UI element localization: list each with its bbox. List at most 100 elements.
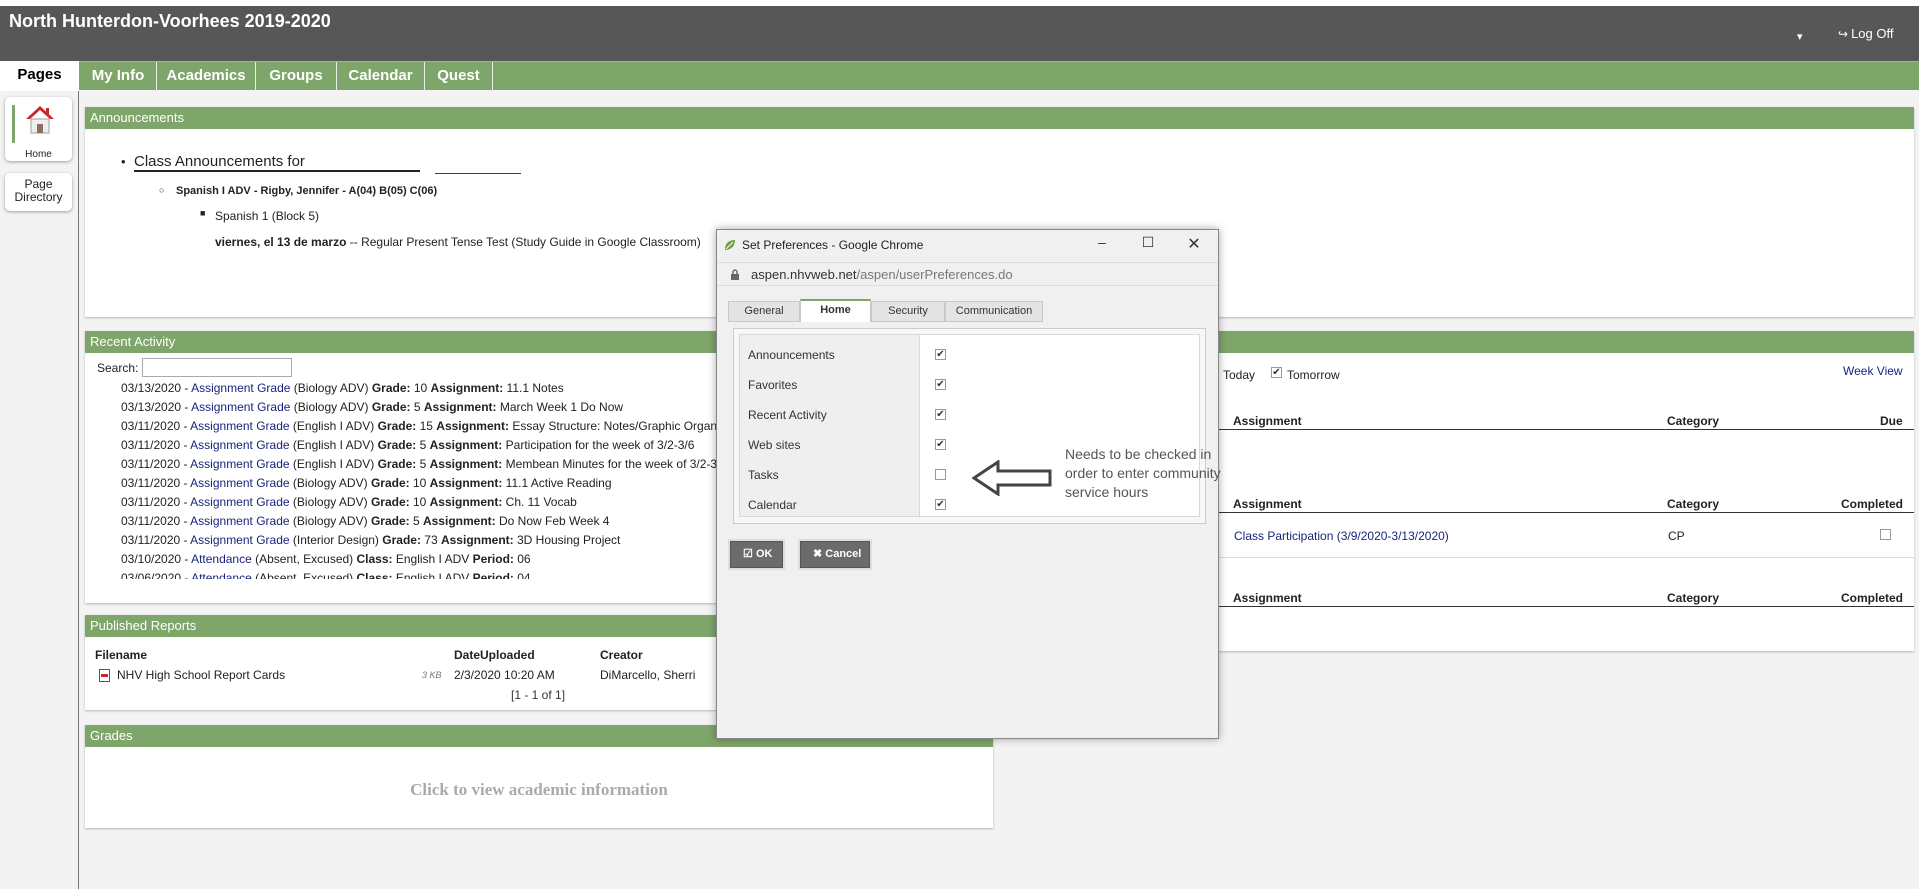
preferences-form: Announcements Favorites Recent Activity …	[733, 328, 1221, 524]
cancel-button[interactable]: ✖ Cancel	[800, 541, 870, 568]
completed-table-header: Assignment Category Completed	[1216, 495, 1914, 513]
left-nav: Home Page Directory	[0, 91, 79, 889]
tab-pages[interactable]: Pages	[0, 61, 79, 91]
preferences-table: Announcements Favorites Recent Activity …	[739, 334, 1221, 517]
report-creator: DiMarcello, Sherri	[600, 668, 696, 682]
tomorrow-label: Tomorrow	[1287, 368, 1340, 382]
list-item: 03/11/2020 - Assignment Grade (English I…	[121, 436, 721, 455]
pref-label-tasks: Tasks	[748, 468, 779, 482]
leaf-icon	[725, 240, 735, 250]
left-arrow-icon	[972, 460, 1052, 496]
report-pager[interactable]: [1 - 1 of 1]	[511, 688, 565, 702]
tab-my-info[interactable]: My Info	[80, 62, 157, 90]
list-item: 03/11/2020 - Assignment Grade (Biology A…	[121, 474, 721, 493]
week-view-link[interactable]: Week View	[1843, 364, 1903, 378]
redacted-name	[435, 173, 521, 174]
list-item: 03/13/2020 - Assignment Grade (Biology A…	[121, 379, 721, 398]
logoff-button[interactable]: ↪ Log Off	[1838, 26, 1893, 41]
recent-activity-checkbox[interactable]	[935, 409, 946, 420]
announcements-title: Announcements	[85, 107, 1914, 129]
view-academic-info-link[interactable]: Click to view academic information	[85, 780, 993, 800]
url-bar[interactable]: aspen.nhvweb.net/aspen/userPreferences.d…	[717, 262, 1218, 286]
web-sites-checkbox[interactable]	[935, 439, 946, 450]
nav-pagedir-line2: Directory	[14, 190, 63, 204]
activity-link[interactable]: Attendance	[191, 571, 252, 579]
calendar-checkbox[interactable]	[935, 499, 946, 510]
activity-link[interactable]: Assignment Grade	[190, 533, 289, 547]
report-date: 2/3/2020 10:20 AM	[454, 668, 555, 682]
task-category: CP	[1668, 529, 1685, 543]
annotation-note: Needs to be checked in order to enter co…	[1065, 446, 1221, 500]
tomorrow-checkbox[interactable]	[1271, 367, 1282, 378]
report-filename-link[interactable]: NHV High School Report Cards	[117, 668, 285, 682]
url-text: aspen.nhvweb.net/aspen/userPreferences.d…	[751, 267, 1013, 282]
today-option[interactable]: Today	[1223, 368, 1255, 382]
maximize-button[interactable]: ☐	[1133, 234, 1163, 254]
activity-link[interactable]: Assignment Grade	[190, 514, 289, 528]
set-preferences-window: Set Preferences - Google Chrome – ☐ ✕ as…	[716, 229, 1221, 739]
nav-page-directory[interactable]: Page Directory	[5, 173, 72, 211]
ok-button[interactable]: ☑ OK	[730, 541, 783, 568]
grades-panel: Grades Click to view academic informatio…	[85, 725, 993, 828]
activity-link[interactable]: Assignment Grade	[190, 457, 289, 471]
tab-communication[interactable]: Communication	[945, 301, 1043, 322]
list-item: 03/06/2020 - Attendance (Absent, Excused…	[121, 569, 721, 579]
activity-link[interactable]: Assignment Grade	[191, 400, 290, 414]
column-header-date: DateUploaded	[454, 648, 535, 662]
logoff-label: Log Off	[1851, 26, 1894, 41]
published-reports-title: Published Reports	[85, 615, 725, 637]
task-completed-checkbox[interactable]	[1880, 529, 1891, 540]
task-assignment-link[interactable]: Class Participation (3/9/2020-3/13/2020)	[1234, 529, 1449, 543]
list-item: 03/13/2020 - Assignment Grade (Biology A…	[121, 398, 721, 417]
favorites-checkbox[interactable]	[935, 379, 946, 390]
activity-link[interactable]: Assignment Grade	[190, 495, 289, 509]
app-title: North Hunterdon-Voorhees 2019-2020	[9, 11, 331, 31]
lock-icon	[731, 269, 739, 280]
tab-calendar[interactable]: Calendar	[337, 62, 425, 90]
close-button[interactable]: ✕	[1179, 234, 1209, 254]
nav-home[interactable]: Home	[5, 97, 72, 161]
announcements-checkbox[interactable]	[935, 349, 946, 360]
tasks-checkbox[interactable]	[935, 469, 946, 480]
user-menu-caret[interactable]: ▾	[1797, 30, 1803, 43]
pref-label-favorites: Favorites	[748, 378, 798, 392]
list-item: 03/10/2020 - Attendance (Absent, Excused…	[121, 550, 721, 569]
label-column	[740, 335, 920, 516]
search-label: Search:	[97, 361, 139, 375]
list-item: 03/11/2020 - Assignment Grade (English I…	[121, 417, 721, 436]
list-item: 03/11/2020 - Assignment Grade (Biology A…	[121, 512, 721, 531]
pdf-icon	[99, 669, 110, 682]
minimize-button[interactable]: –	[1087, 234, 1117, 254]
bullet: •	[121, 154, 126, 169]
tab-security[interactable]: Security	[871, 301, 945, 322]
list-item: 03/11/2020 - Assignment Grade (Biology A…	[121, 493, 721, 512]
home-icon	[26, 106, 54, 134]
announcement-course: Spanish I ADV - Rigby, Jennifer - A(04) …	[176, 185, 438, 197]
list-item: 03/11/2020 - Assignment Grade (Interior …	[121, 531, 721, 550]
activity-link[interactable]: Assignment Grade	[190, 419, 289, 433]
pref-label-announcements: Announcements	[748, 348, 835, 362]
tab-groups[interactable]: Groups	[256, 62, 337, 90]
search-input[interactable]	[142, 358, 292, 377]
active-indicator	[12, 105, 15, 143]
tasks-header-bar	[1216, 331, 1914, 353]
column-header-filename: Filename	[95, 648, 148, 662]
activity-list: 03/13/2020 - Assignment Grade (Biology A…	[121, 379, 721, 579]
tab-home[interactable]: Home	[800, 299, 871, 322]
tab-general[interactable]: General	[728, 301, 800, 322]
tasks-panel: Today Tomorrow Week View Assignment Cate…	[1216, 331, 1914, 651]
pref-label-calendar: Calendar	[748, 498, 797, 512]
bullet: ○	[159, 185, 165, 195]
activity-link[interactable]: Attendance	[191, 552, 252, 566]
activity-link[interactable]: Assignment Grade	[191, 381, 290, 395]
activity-link[interactable]: Assignment Grade	[190, 438, 289, 452]
window-title: Set Preferences - Google Chrome	[742, 238, 924, 252]
app-header: North Hunterdon-Voorhees 2019-2020 ▾ ↪ Lo…	[0, 0, 1919, 61]
recent-activity-title: Recent Activity	[85, 331, 725, 353]
activity-link[interactable]: Assignment Grade	[190, 476, 289, 490]
top-tab-bar: My Info Academics Groups Calendar Quest	[0, 61, 1919, 90]
class-announcements-heading: Class Announcements for	[134, 153, 420, 172]
column-header-creator: Creator	[600, 648, 643, 662]
tab-quest[interactable]: Quest	[425, 62, 493, 90]
tab-academics[interactable]: Academics	[157, 62, 256, 90]
